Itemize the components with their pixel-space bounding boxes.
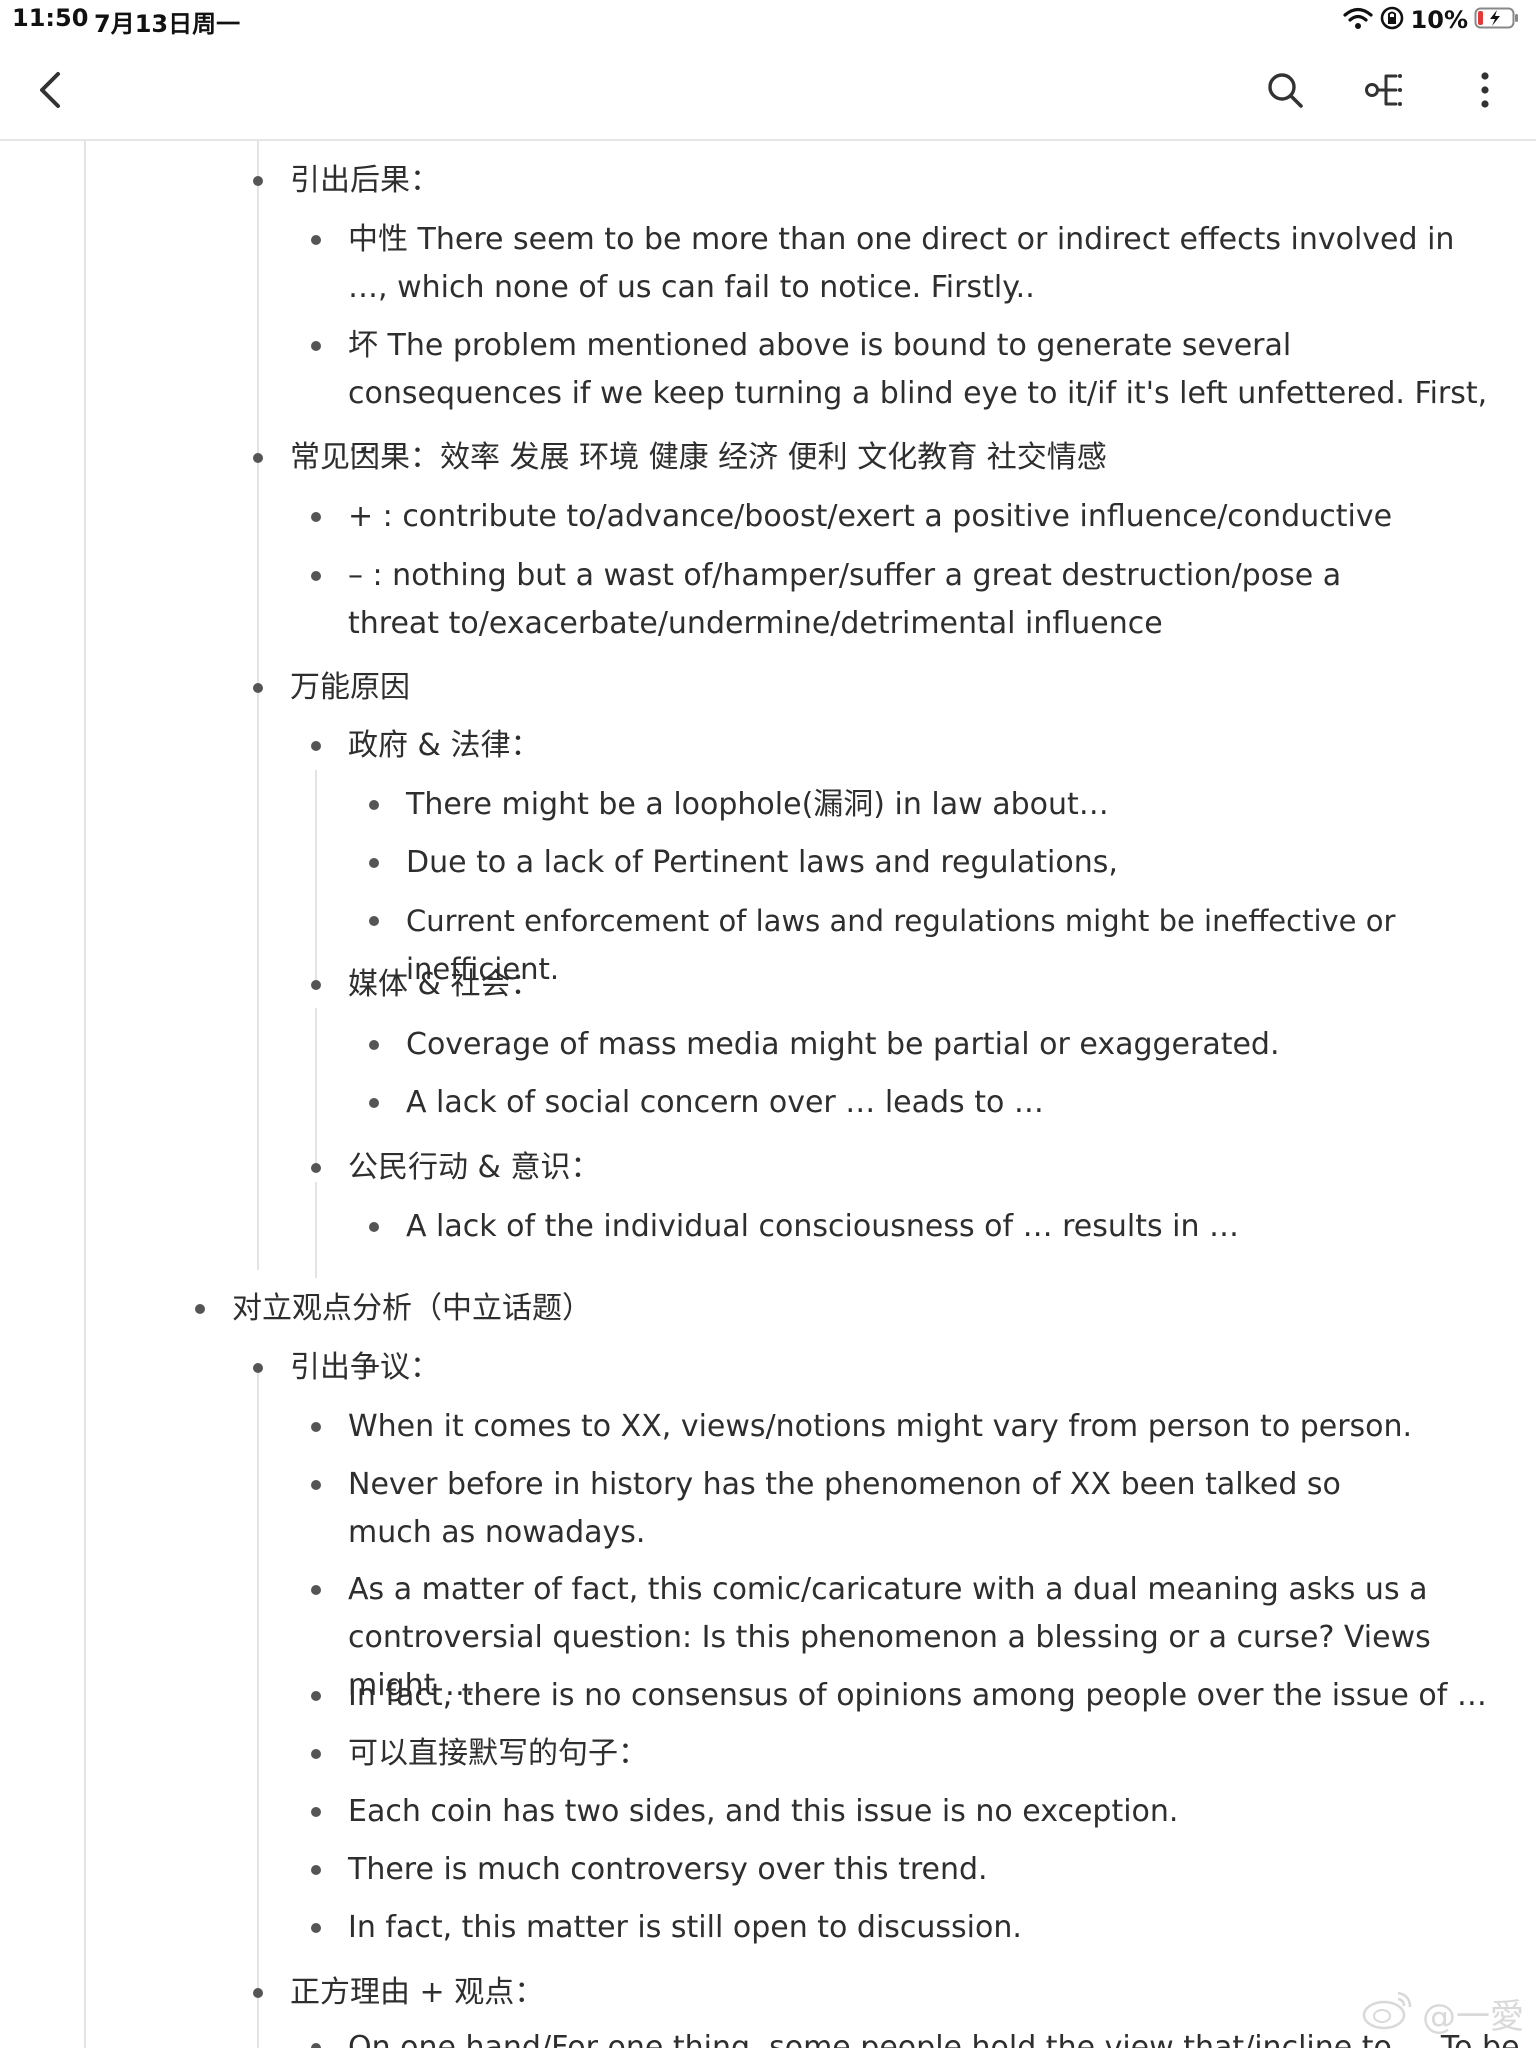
outline-item[interactable]: A lack of the individual consciousness o… bbox=[406, 1203, 1506, 1251]
bullet bbox=[253, 1988, 263, 1998]
outline-item[interactable]: Due to a lack of Pertinent laws and regu… bbox=[406, 839, 1506, 887]
search-icon[interactable] bbox=[1257, 62, 1313, 118]
bullet bbox=[311, 1691, 321, 1701]
watermark-text: @一愛 bbox=[1422, 1997, 1524, 2037]
outline-item[interactable]: In fact, there is no consensus of opinio… bbox=[348, 1672, 1498, 1720]
status-bar: 11:50 7月13日周一 10% bbox=[0, 0, 1536, 40]
mindmap-icon[interactable] bbox=[1358, 62, 1414, 118]
bullet bbox=[311, 512, 321, 522]
outline-guide-line bbox=[315, 770, 317, 990]
outline-item[interactable]: There might be a loophole(漏洞) in law abo… bbox=[406, 781, 1506, 829]
bullet bbox=[253, 1363, 263, 1373]
bullet bbox=[369, 1222, 379, 1232]
bullet bbox=[253, 176, 263, 186]
battery-charging-icon bbox=[1474, 6, 1520, 34]
outline-item[interactable]: 媒体 & 社会： bbox=[348, 961, 1498, 1009]
outline-item[interactable]: Coverage of mass media might be partial … bbox=[406, 1021, 1506, 1069]
outline-item[interactable]: 万能原因 bbox=[290, 664, 1490, 712]
outline-guide-line bbox=[84, 140, 86, 2048]
outline-item[interactable]: Never before in history has the phenomen… bbox=[348, 1461, 1408, 1557]
watermark: @一愛 bbox=[1360, 1987, 1524, 2040]
status-right: 10% bbox=[1342, 4, 1520, 36]
toolbar bbox=[0, 40, 1536, 141]
bullet bbox=[311, 1865, 321, 1875]
status-date: 7月13日周一 bbox=[94, 10, 241, 38]
outline-item[interactable]: On one hand/For one thing, some people h… bbox=[348, 2024, 1520, 2048]
weibo-logo-icon bbox=[1360, 1987, 1416, 2040]
bullet bbox=[311, 741, 321, 751]
bullet bbox=[369, 858, 379, 868]
outline-item[interactable]: Each coin has two sides, and this issue … bbox=[348, 1788, 1498, 1836]
bullet bbox=[311, 1749, 321, 1759]
outline-guide-line bbox=[315, 1008, 317, 1168]
bullet bbox=[253, 453, 263, 463]
status-time: 11:50 bbox=[12, 4, 89, 32]
outline-item[interactable]: 可以直接默写的句子： bbox=[348, 1730, 1498, 1778]
bullet bbox=[369, 1098, 379, 1108]
outline-item[interactable]: 中性 There seem to be more than one direct… bbox=[348, 216, 1498, 312]
outline-item[interactable]: A lack of social concern over … leads to… bbox=[406, 1079, 1506, 1127]
wifi-icon bbox=[1342, 6, 1373, 34]
bullet bbox=[311, 235, 321, 245]
outline-item[interactable]: There is much controversy over this tren… bbox=[348, 1846, 1498, 1894]
bullet bbox=[311, 341, 321, 351]
outline-item[interactable]: 正方理由 + 观点： bbox=[290, 1969, 1490, 2017]
outline-item[interactable]: 政府 & 法律： bbox=[348, 722, 1498, 770]
bullet bbox=[311, 1923, 321, 1933]
outline-item[interactable]: 公民行动 & 意识： bbox=[348, 1144, 1498, 1192]
bullet bbox=[369, 1040, 379, 1050]
outline-item[interactable]: – : nothing but a wast of/hamper/suffer … bbox=[348, 552, 1408, 648]
outline-guide-line bbox=[257, 140, 259, 1270]
bullet bbox=[311, 571, 321, 581]
outline-item[interactable]: In fact, this matter is still open to di… bbox=[348, 1904, 1498, 1952]
outline-item[interactable]: When it comes to XX, views/notions might… bbox=[348, 1403, 1498, 1451]
bullet bbox=[253, 683, 263, 693]
bullet bbox=[369, 800, 379, 810]
bullet bbox=[311, 1480, 321, 1490]
bullet bbox=[311, 1585, 321, 1595]
outline-item[interactable]: 对立观点分析（中立话题） bbox=[232, 1285, 1482, 1333]
bullet bbox=[311, 1422, 321, 1432]
back-icon[interactable] bbox=[22, 62, 78, 118]
bullet bbox=[311, 980, 321, 990]
battery-percentage: 10% bbox=[1410, 6, 1468, 34]
bullet bbox=[195, 1304, 205, 1314]
bullet bbox=[311, 2043, 321, 2048]
document-outline: 引出后果： 中性 There seem to be more than one … bbox=[0, 140, 1536, 2048]
more-icon[interactable] bbox=[1457, 62, 1513, 118]
bullet bbox=[311, 1807, 321, 1817]
outline-guide-line bbox=[315, 1182, 317, 1278]
outline-item[interactable]: + : contribute to/advance/boost/exert a … bbox=[348, 493, 1498, 541]
outline-item[interactable]: 常见因果：效率 发展 环境 健康 经济 便利 文化教育 社交情感 bbox=[290, 434, 1490, 482]
bullet bbox=[369, 916, 379, 926]
outline-item[interactable]: 引出争议： bbox=[290, 1344, 1490, 1392]
outline-item[interactable]: 引出后果： bbox=[290, 157, 1490, 205]
orientation-lock-icon bbox=[1379, 5, 1405, 35]
outline-guide-line bbox=[257, 1372, 259, 2048]
bullet bbox=[311, 1163, 321, 1173]
